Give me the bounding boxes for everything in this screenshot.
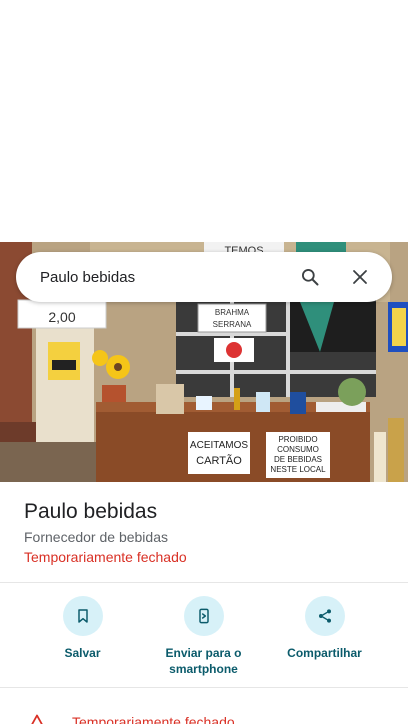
share-label: Compartilhar — [287, 646, 362, 660]
send-to-phone-button[interactable]: Enviar para o smartphone — [143, 596, 264, 677]
place-title: Paulo bebidas — [24, 500, 158, 523]
photo-sign-prohibited-1: PROIBIDO — [278, 435, 317, 444]
send-to-phone-button-circle[interactable] — [183, 596, 224, 636]
save-label: Salvar — [64, 646, 101, 660]
share-button-circle[interactable] — [304, 596, 345, 636]
photo-sign-card-2: CARTÃO — [196, 454, 242, 467]
place-info: Paulo bebidas Fornecedor de bebidas Temp… — [24, 498, 384, 566]
share-button[interactable]: Compartilhar — [264, 596, 385, 677]
search-icon[interactable] — [292, 259, 328, 295]
divider-top — [0, 582, 408, 583]
send-to-phone-label: Enviar para o smartphone — [165, 646, 242, 676]
action-row: Salvar Enviar para o smartphone Comparti… — [0, 596, 408, 677]
save-button[interactable]: Salvar — [22, 596, 143, 677]
photo-sign-prohibited-2: CONSUMO — [277, 445, 319, 454]
search-bar[interactable]: Paulo bebidas — [16, 252, 392, 302]
status-row-text: Temporariamente fechado — [72, 714, 235, 724]
bookmark-icon — [77, 609, 88, 623]
photo-sign-card-1: ACEITAMOS — [190, 440, 248, 451]
warning-icon — [28, 714, 46, 724]
photo-sign-prohibited-4: NESTE LOCAL — [270, 465, 326, 474]
photo-sign-brand-1: BRAHMA — [215, 308, 250, 317]
close-icon[interactable] — [342, 259, 378, 295]
search-input[interactable]: Paulo bebidas — [40, 269, 292, 286]
photo-sign-brand-2: SERRANA — [213, 320, 252, 329]
photo-sign-prohibited-3: DE BEBIDAS — [274, 455, 322, 464]
status-row[interactable]: Temporariamente fechado — [0, 708, 408, 724]
save-button-circle[interactable] — [62, 596, 103, 636]
place-status: Temporariamente fechado — [24, 549, 187, 565]
place-category: Fornecedor de bebidas — [24, 529, 168, 545]
map-blank-area — [0, 0, 408, 242]
photo-sign-price: 2,00 — [48, 309, 75, 325]
divider-bottom — [0, 687, 408, 688]
send-to-phone-icon — [198, 608, 209, 624]
share-icon — [318, 609, 331, 623]
